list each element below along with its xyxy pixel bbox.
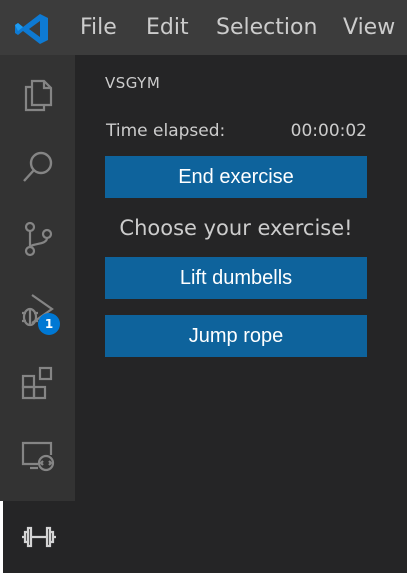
activity-bar: 1 — [0, 55, 75, 573]
search-icon — [22, 151, 52, 182]
menu-edit[interactable]: Edit — [146, 13, 189, 43]
menu-view[interactable]: View — [343, 13, 395, 43]
activity-explorer[interactable] — [0, 59, 75, 131]
activity-vsgym[interactable] — [0, 501, 75, 573]
time-elapsed-label: Time elapsed: — [106, 121, 226, 141]
choose-exercise-text: Choose your exercise! — [119, 216, 353, 240]
extensions-icon — [21, 366, 52, 400]
title-bar: File Edit Selection View — [0, 0, 407, 55]
time-elapsed-value: 00:00:02 — [290, 121, 367, 141]
debug-badge: 1 — [38, 313, 60, 335]
activity-extensions[interactable] — [0, 347, 75, 419]
activity-remote-explorer[interactable] — [0, 419, 75, 491]
menu-selection[interactable]: Selection — [216, 13, 317, 43]
menu-file[interactable]: File — [80, 13, 117, 43]
activity-source-control[interactable] — [0, 203, 75, 275]
dumbbell-icon — [22, 526, 56, 548]
end-exercise-button[interactable]: End exercise — [105, 156, 367, 198]
sidebar-title: VSGYM — [105, 74, 161, 92]
sidebar-panel: VSGYM Time elapsed: 00:00:02 End exercis… — [75, 55, 407, 573]
remote-explorer-icon — [21, 441, 54, 472]
files-icon — [24, 79, 52, 112]
jump-rope-button[interactable]: Jump rope — [105, 315, 367, 357]
source-control-icon — [24, 221, 52, 257]
vscode-logo-icon — [15, 14, 48, 44]
activity-search[interactable] — [0, 131, 75, 203]
activity-run-debug[interactable]: 1 — [0, 275, 75, 347]
lift-dumbells-button[interactable]: Lift dumbells — [105, 257, 367, 299]
